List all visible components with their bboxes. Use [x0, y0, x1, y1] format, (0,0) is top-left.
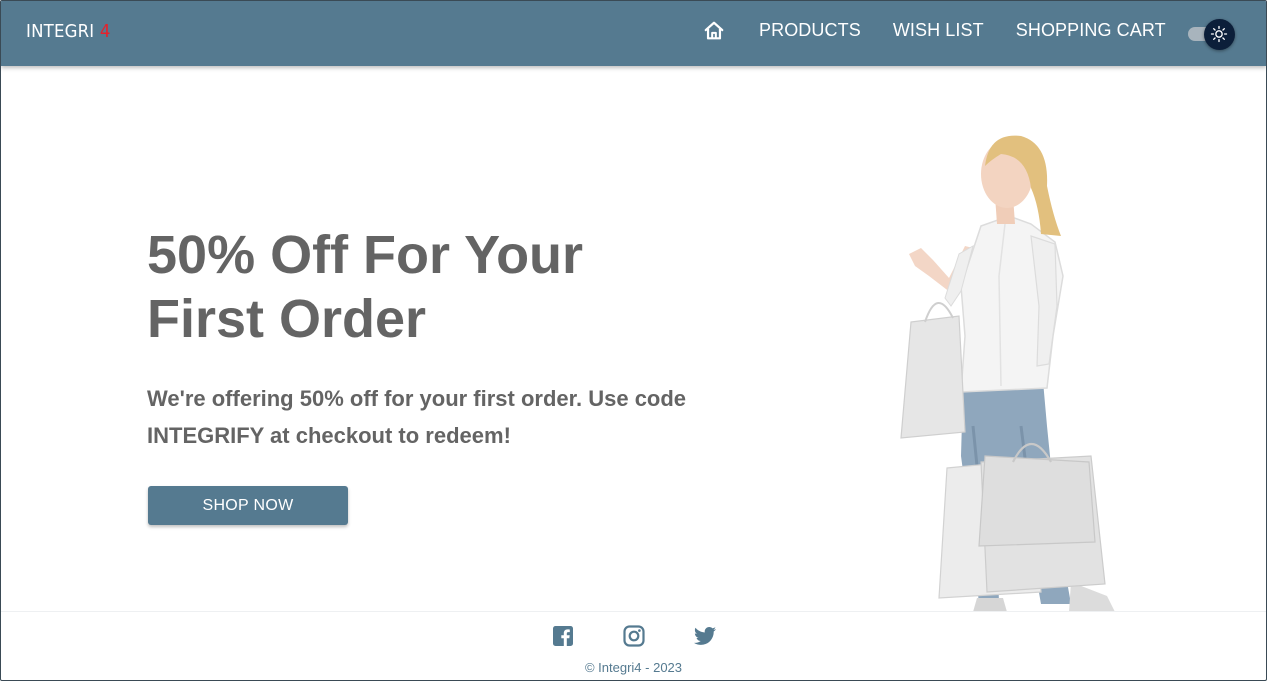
facebook-link[interactable]: [549, 622, 577, 650]
toggle-thumb: [1203, 18, 1235, 50]
app-window: INTEGRI 4 PRODUCTS WISH LIST SHOPPING CA…: [0, 0, 1267, 681]
hero-title-line1: 50% Off For Your: [147, 225, 584, 285]
instagram-icon: [623, 625, 645, 647]
footer: © Integri4 - 2023: [1, 611, 1266, 680]
home-icon: [704, 21, 724, 39]
hero-text-line2: INTEGRIFY at checkout to redeem!: [147, 423, 511, 448]
nav-products-link[interactable]: PRODUCTS: [759, 20, 861, 41]
instagram-link[interactable]: [620, 622, 648, 650]
nav-home-button[interactable]: [701, 18, 727, 44]
twitter-link[interactable]: [691, 622, 719, 650]
copyright-text: © Integri4 - 2023: [584, 660, 683, 675]
app-bar: INTEGRI 4 PRODUCTS WISH LIST SHOPPING CA…: [1, 1, 1266, 66]
hero-title-line2: First Order: [147, 289, 427, 349]
logo-number: 4: [99, 21, 111, 42]
twitter-icon: [694, 627, 716, 645]
nav-shopping-cart-link[interactable]: SHOPPING CART: [1016, 20, 1166, 41]
logo[interactable]: INTEGRI 4: [26, 21, 111, 47]
logo-text: INTEGRI: [26, 21, 95, 42]
main-nav: PRODUCTS WISH LIST SHOPPING CART: [701, 1, 1235, 66]
hero-shopping-woman-image: [900, 135, 1115, 612]
theme-toggle-switch[interactable]: [1186, 18, 1235, 52]
hero-description: We're offering 50% off for your first or…: [147, 380, 747, 454]
facebook-icon: [553, 626, 573, 646]
shop-now-button[interactable]: SHOP NOW: [148, 486, 348, 525]
hero-title: 50% Off For Your First Order: [147, 223, 707, 351]
hero-text-line1: We're offering 50% off for your first or…: [147, 386, 687, 411]
nav-wish-list-link[interactable]: WISH LIST: [893, 20, 984, 41]
sun-icon: [1211, 25, 1228, 43]
